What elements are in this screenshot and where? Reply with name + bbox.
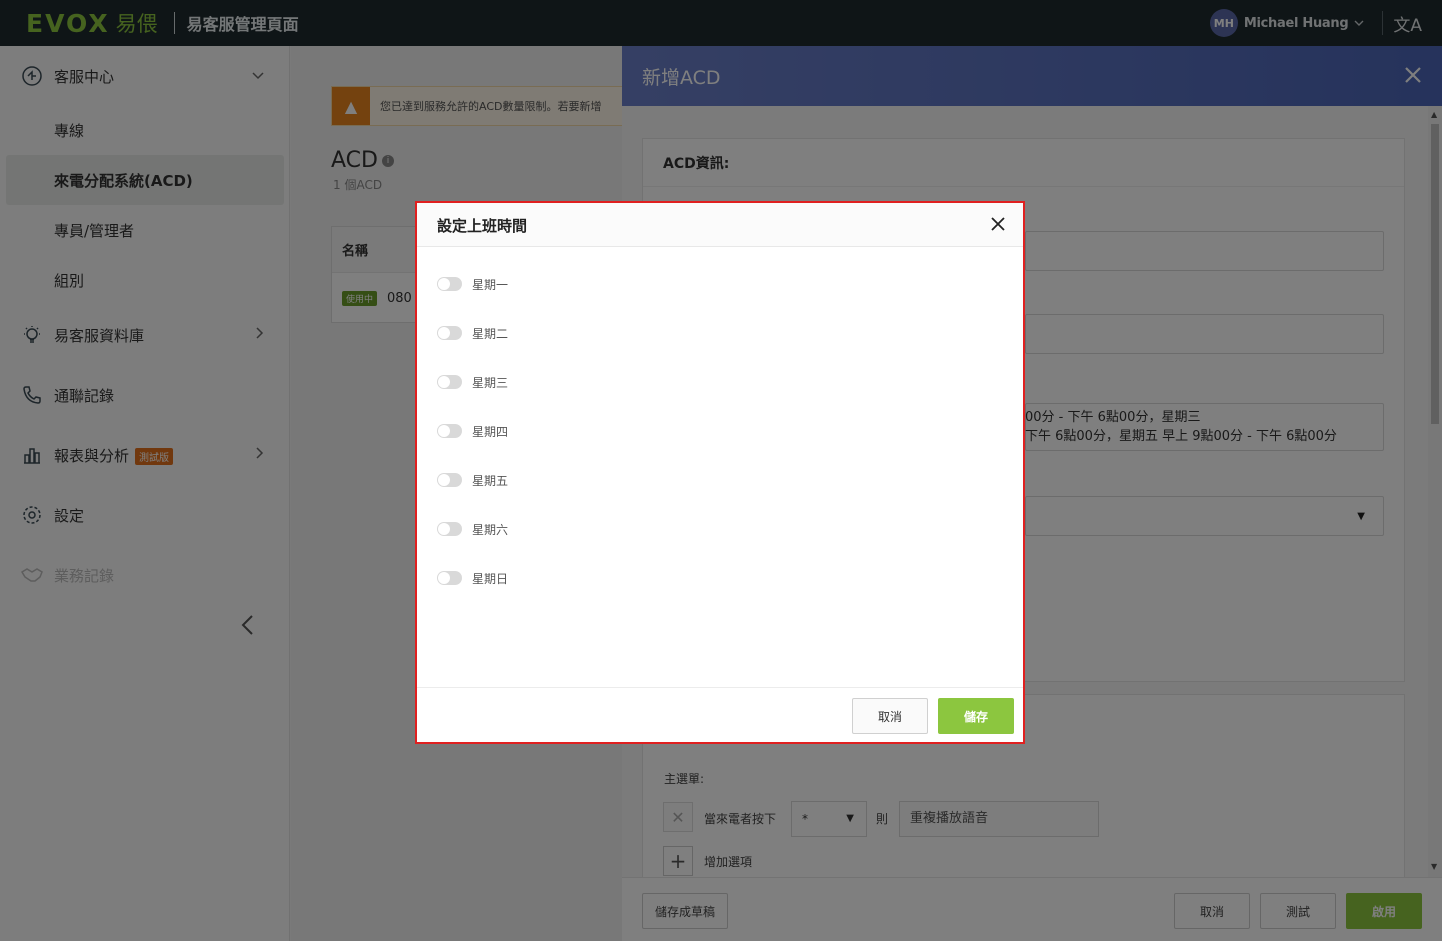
day-toggle[interactable] (437, 277, 462, 291)
day-label: 星期四 (472, 424, 509, 439)
day-toggle[interactable] (437, 571, 462, 585)
day-toggle[interactable] (437, 375, 462, 389)
toggle-knob (438, 278, 450, 290)
day-row-thursday: 星期四 (437, 421, 508, 441)
day-row-saturday: 星期六 (437, 519, 508, 539)
save-button[interactable]: 儲存 (938, 698, 1014, 734)
close-icon[interactable] (991, 212, 1005, 236)
day-label: 星期五 (472, 473, 509, 488)
toggle-knob (438, 376, 450, 388)
day-label: 星期三 (472, 375, 509, 390)
day-label: 星期六 (472, 522, 509, 537)
day-row-wednesday: 星期三 (437, 372, 508, 392)
toggle-knob (438, 327, 450, 339)
day-row-tuesday: 星期二 (437, 323, 508, 343)
cancel-button[interactable]: 取消 (852, 698, 928, 734)
day-label: 星期日 (472, 571, 509, 586)
toggle-knob (438, 474, 450, 486)
day-label: 星期二 (472, 326, 509, 341)
modal-title: 設定上班時間 (437, 217, 528, 235)
toggle-knob (438, 523, 450, 535)
modal-header: 設定上班時間 (417, 203, 1023, 247)
day-toggle[interactable] (437, 522, 462, 536)
toggle-knob (438, 572, 450, 584)
day-row-sunday: 星期日 (437, 568, 508, 588)
day-row-friday: 星期五 (437, 470, 508, 490)
day-label: 星期一 (472, 277, 509, 292)
day-toggle[interactable] (437, 473, 462, 487)
toggle-knob (438, 425, 450, 437)
day-toggle[interactable] (437, 326, 462, 340)
work-hours-modal: 設定上班時間 星期一 星期二 星期三 星期四 星期五 星期六 星期日 取消 儲存 (415, 201, 1025, 744)
day-row-monday: 星期一 (437, 274, 508, 294)
modal-footer: 取消 儲存 (417, 687, 1023, 742)
day-toggle[interactable] (437, 424, 462, 438)
